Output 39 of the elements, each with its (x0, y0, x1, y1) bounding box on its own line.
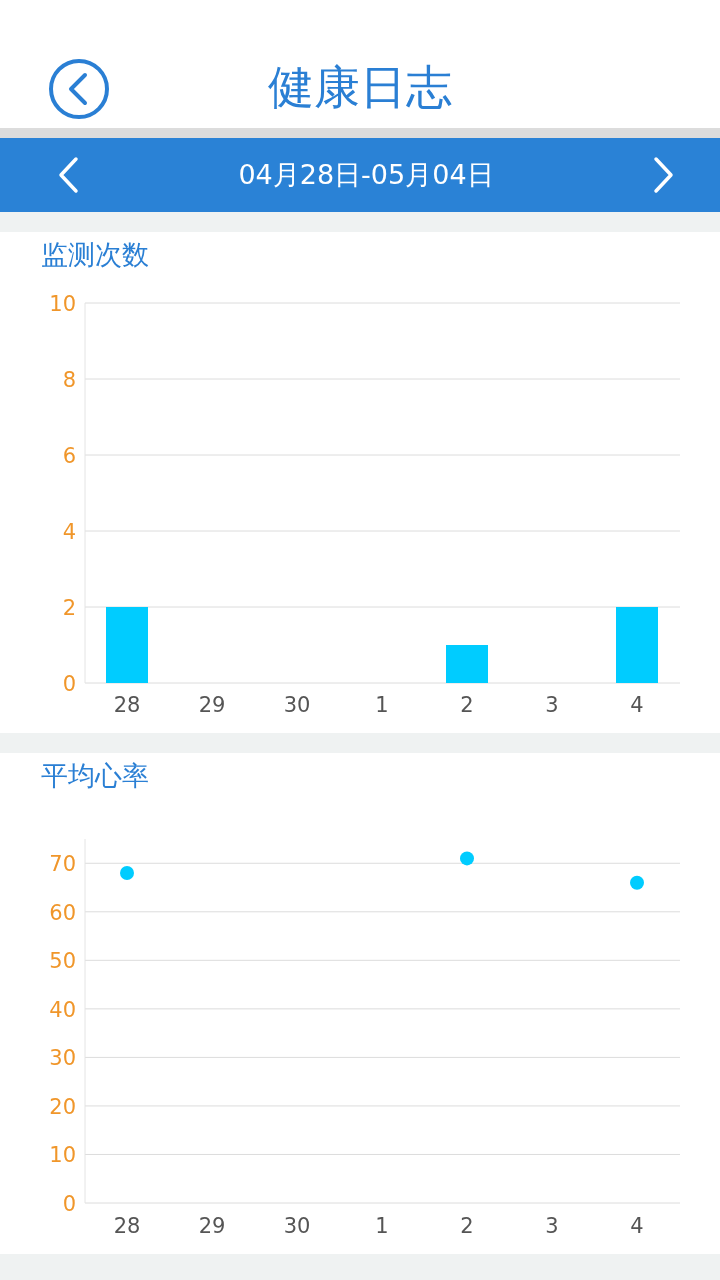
axis-tick-label: 8 (62, 368, 76, 392)
back-icon[interactable] (48, 58, 110, 120)
previous-icon[interactable] (56, 156, 80, 194)
axis-tick-label: 10 (49, 292, 76, 316)
axis-category-label: 4 (630, 693, 644, 717)
axis-tick-label: 6 (62, 444, 76, 468)
axis-tick-label: 0 (62, 1192, 76, 1216)
axis-category-label: 28 (113, 1214, 141, 1238)
axis-tick-label: 70 (49, 852, 76, 877)
axis-category-label: 29 (198, 693, 226, 717)
date-range: 04月28日-05月04日 (238, 158, 494, 192)
axis-category-label: 1 (375, 1214, 389, 1238)
next-icon[interactable] (652, 156, 676, 194)
axis-category-label: 1 (375, 693, 389, 717)
axis-category-label: 29 (198, 1214, 226, 1238)
axis-category-label: 30 (283, 1214, 311, 1238)
section-title: 监测次数 (41, 237, 149, 272)
axis-category-label: 2 (460, 1214, 474, 1238)
axis-category-label: 3 (545, 1214, 559, 1238)
axis-tick-label: 50 (49, 949, 76, 974)
axis-category-label: 30 (283, 693, 311, 717)
axis-category-label: 2 (460, 693, 474, 717)
axis-tick-label: 2 (62, 596, 76, 620)
axis-category-label: 4 (630, 1214, 644, 1238)
data-point (460, 851, 474, 866)
page-title: 健康日志 (268, 59, 452, 116)
data-point (120, 865, 134, 880)
data-point (630, 875, 644, 890)
axis-tick-label: 40 (49, 997, 76, 1022)
axis-tick-label: 30 (49, 1046, 76, 1071)
axis-category-label: 3 (545, 693, 559, 717)
axis-tick-label: 4 (62, 520, 76, 544)
axis-tick-label: 60 (49, 900, 76, 925)
axis-tick-label: 20 (49, 1094, 76, 1119)
axis-tick-label: 0 (62, 672, 76, 696)
bar (446, 645, 488, 683)
section-title: 平均心率 (41, 758, 149, 793)
axis-category-label: 28 (113, 693, 141, 717)
axis-tick-label: 10 (49, 1143, 76, 1168)
